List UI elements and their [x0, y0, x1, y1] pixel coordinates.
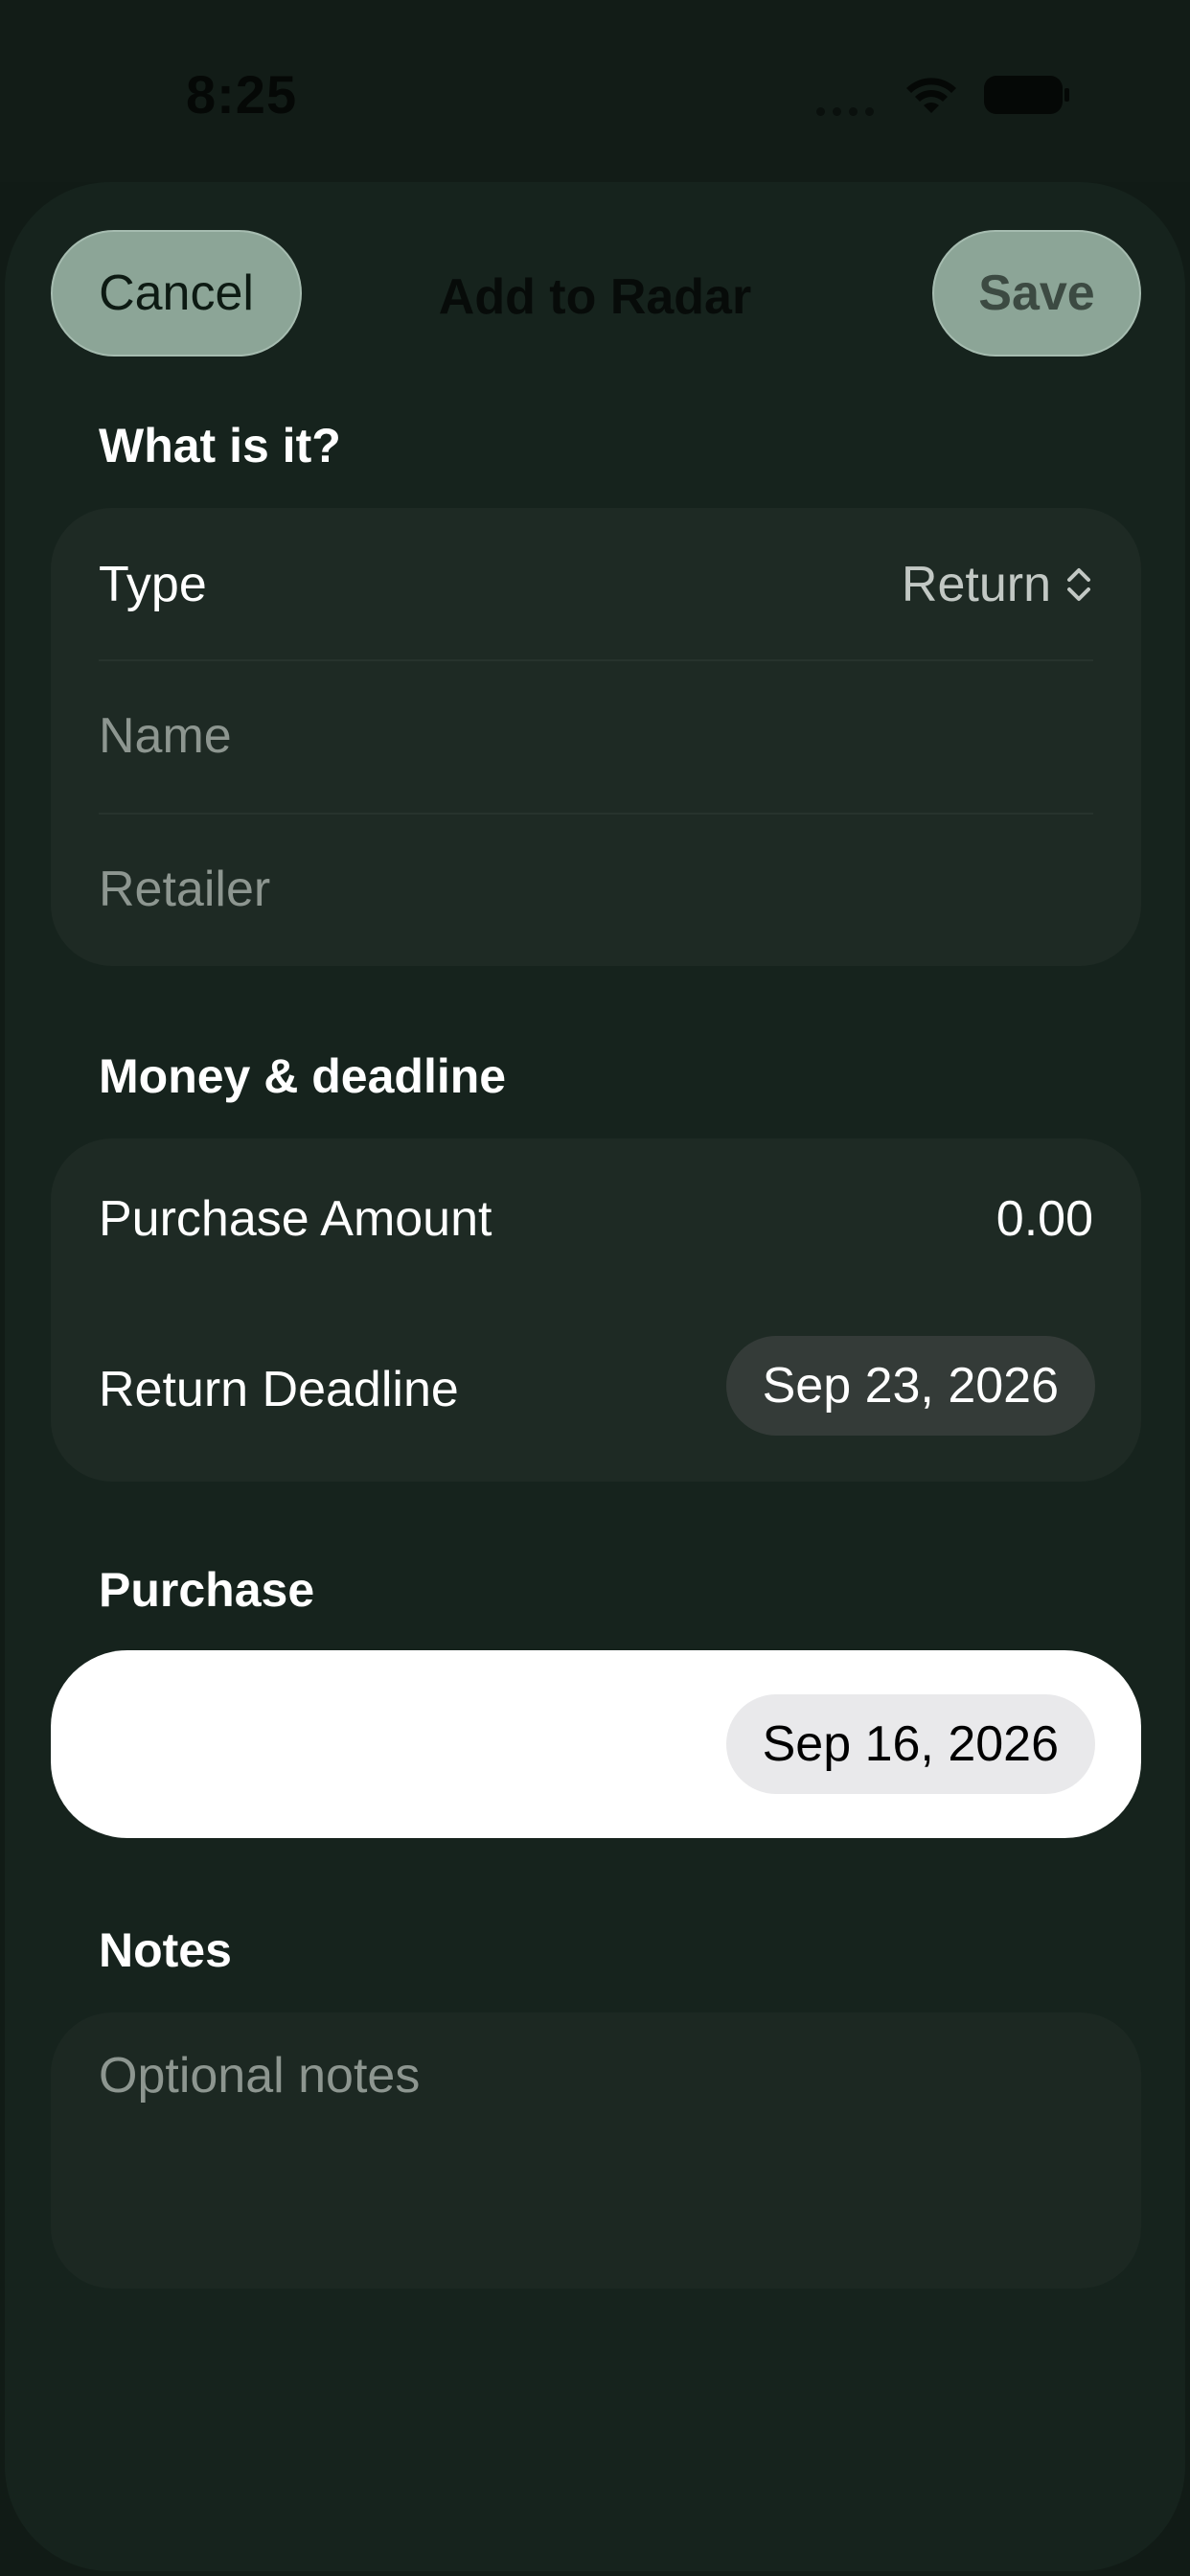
section-header-purchase: Purchase: [99, 1563, 315, 1617]
retailer-row[interactable]: Retailer: [51, 815, 1141, 966]
type-row[interactable]: Type Return: [51, 508, 1141, 661]
what-group: Type Return Name Retailer: [51, 508, 1141, 966]
name-field[interactable]: Name: [99, 707, 232, 765]
status-time: 8:25: [186, 64, 298, 125]
chevron-updown-icon: [1067, 568, 1090, 601]
type-value: Return: [901, 557, 1051, 612]
purchase-date-button[interactable]: Sep 16, 2026: [725, 1694, 1095, 1794]
purchase-amount-field[interactable]: 0.00: [996, 1190, 1093, 1248]
purchase-amount-row[interactable]: Purchase Amount 0.00: [51, 1138, 1141, 1301]
section-header-what: What is it?: [99, 419, 341, 472]
status-bar: 8:25: [0, 0, 1190, 182]
return-deadline-label: Return Deadline: [99, 1362, 459, 1417]
section-header-money: Money & deadline: [99, 1049, 507, 1103]
purchase-date-row[interactable]: Sep 16, 2026: [51, 1650, 1141, 1838]
return-deadline-row: Return Deadline Sep 23, 2026: [51, 1301, 1141, 1482]
type-label: Type: [99, 557, 207, 612]
type-picker[interactable]: Return: [902, 556, 1093, 613]
wifi-icon: [906, 78, 956, 113]
save-button[interactable]: Save: [932, 230, 1141, 356]
battery-icon: [984, 76, 1069, 114]
retailer-field[interactable]: Retailer: [99, 861, 270, 918]
name-row[interactable]: Name: [51, 661, 1141, 815]
section-header-notes: Notes: [99, 1923, 232, 1977]
purchase-amount-label: Purchase Amount: [99, 1191, 492, 1247]
add-to-radar-sheet: Cancel Add to Radar Save What is it? Typ…: [5, 182, 1185, 2571]
return-deadline-date-button[interactable]: Sep 23, 2026: [725, 1336, 1095, 1436]
notes-field[interactable]: Optional notes: [51, 2012, 1141, 2288]
money-group: Purchase Amount 0.00 Return Deadline Sep…: [51, 1138, 1141, 1482]
notes-placeholder: Optional notes: [99, 2048, 421, 2104]
signal-dots-icon: [816, 107, 876, 117]
